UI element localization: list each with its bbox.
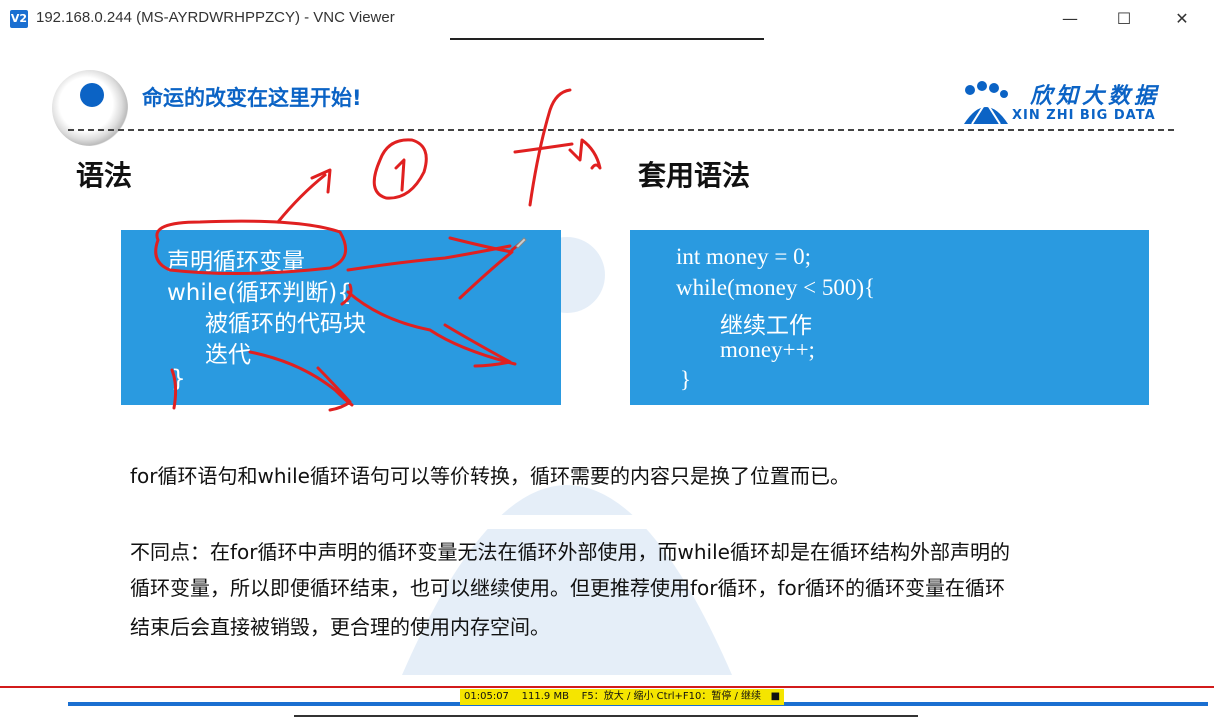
code-line: } <box>680 367 692 392</box>
logo-text-cn: 欣知大数据 <box>1030 83 1161 109</box>
recording-status-bar[interactable]: 01:05:07 111.9 MB F5：放大 / 缩小 Ctrl+F10：暂停… <box>460 689 785 705</box>
code-line: 被循环的代码块 <box>205 311 366 337</box>
code-line: while(money < 500){ <box>676 275 876 300</box>
code-line: 声明循环变量 <box>167 249 305 275</box>
close-button[interactable]: ✕ <box>1162 6 1202 32</box>
stop-icon[interactable]: ■ <box>771 691 780 702</box>
paragraph-difference-line2: 循环变量，所以即便循环结束，也可以继续使用。但更推荐使用for循环，for循环的… <box>130 576 1005 600</box>
window-titlebar[interactable]: V2 192.168.0.244 (MS-AYRDWRHPPZCY) - VNC… <box>0 0 1214 38</box>
viewer-red-border <box>0 686 1214 688</box>
slide-title: 命运的改变在这里开始! <box>142 86 362 110</box>
paragraph-difference-line1: 不同点：在for循环中声明的循环变量无法在循环外部使用，而while循环却是在循… <box>130 540 1010 564</box>
syntax-code-box: 声明循环变量 while(循环判断){ 被循环的代码块 迭代 } <box>121 230 561 405</box>
paragraph-difference-line3: 结束后会直接被销毁，更合理的使用内存空间。 <box>130 615 550 639</box>
vnc-viewer-icon: V2 <box>10 10 28 28</box>
heading-syntax: 语法 <box>76 159 133 192</box>
record-hint: F5：放大 / 缩小 Ctrl+F10：暂停 / 继续 <box>581 691 762 702</box>
title-bullet-dot <box>80 83 104 107</box>
maximize-button[interactable]: ☐ <box>1104 6 1144 32</box>
record-time: 01:05:07 <box>464 691 509 702</box>
remote-slide[interactable]: 命运的改变在这里开始! 欣知大数据 XIN ZHI BIG DATA 语法 套用… <box>0 40 1214 688</box>
code-line: 迭代 <box>205 342 251 368</box>
bottom-divider <box>294 715 918 717</box>
header-divider <box>68 129 1174 131</box>
heading-applied-syntax: 套用语法 <box>638 159 751 192</box>
window-title: 192.168.0.244 (MS-AYRDWRHPPZCY) - VNC Vi… <box>36 9 395 26</box>
record-size: 111.9 MB <box>521 691 569 702</box>
code-line: int money = 0; <box>676 244 811 269</box>
company-logo: 欣知大数据 XIN ZHI BIG DATA <box>962 78 1172 128</box>
title-bullet <box>52 70 128 146</box>
example-code-box: int money = 0; while(money < 500){ 继续工作 … <box>630 230 1149 405</box>
paragraph-equivalence: for循环语句和while循环语句可以等价转换，循环需要的内容只是换了位置而已。 <box>130 464 850 488</box>
code-line: money++; <box>720 337 815 362</box>
minimize-button[interactable]: — <box>1050 6 1090 32</box>
logo-people-icon <box>964 81 1008 124</box>
code-line: } <box>171 366 186 392</box>
logo-text-en: XIN ZHI BIG DATA <box>1012 108 1156 123</box>
code-line: while(循环判断){ <box>167 280 352 306</box>
code-line: 继续工作 <box>720 313 812 339</box>
